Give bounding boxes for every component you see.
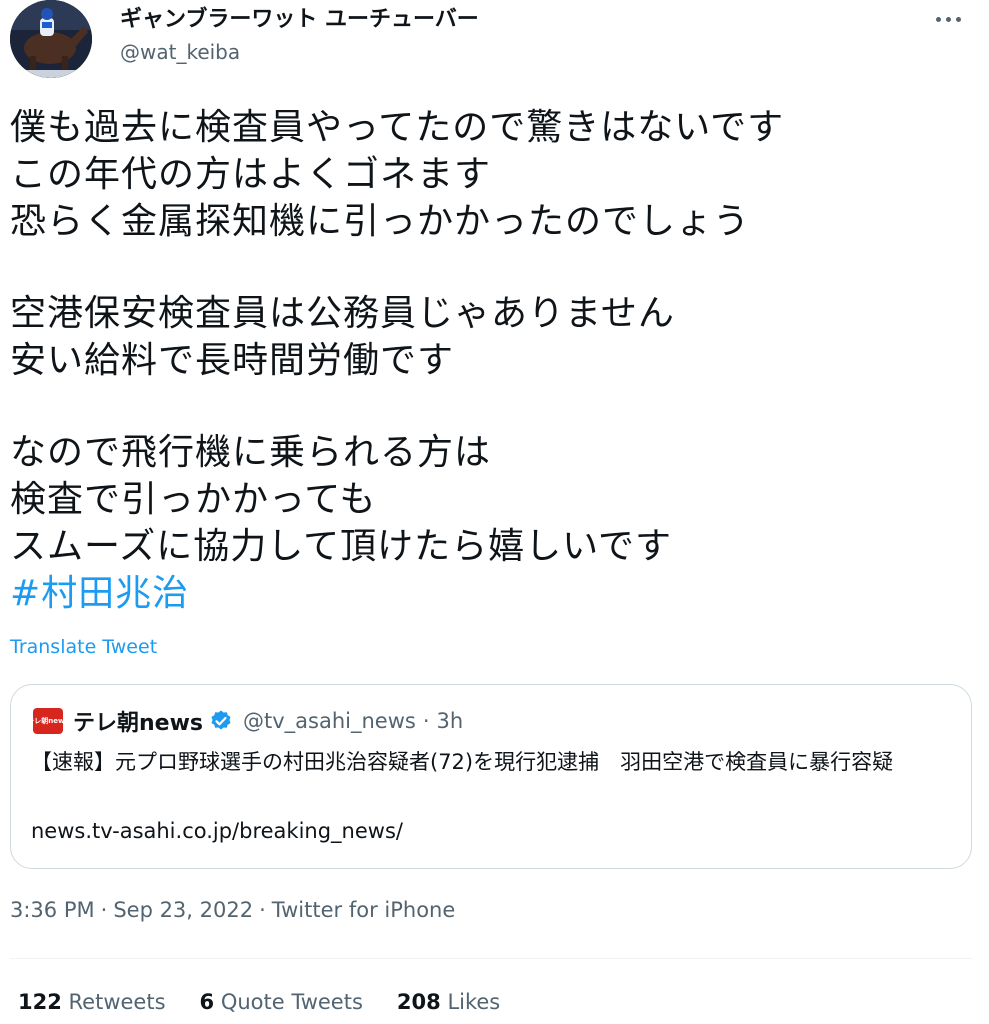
more-dot — [945, 16, 951, 22]
likes-count: 208 — [396, 990, 441, 1014]
quoted-tweet-text: 【速報】元プロ野球選手の村田兆治容疑者(72)を現行犯逮捕 羽田空港で検査員に暴… — [31, 750, 894, 774]
avatar[interactable] — [10, 0, 92, 78]
retweets-stat[interactable]: 122 Retweets — [18, 990, 166, 1014]
retweets-count: 122 — [18, 990, 62, 1014]
tweet-text-line: なので飛行機に乗られる方は — [10, 432, 492, 473]
divider — [10, 958, 972, 959]
tweet-metadata: 3:36 PM · Sep 23, 2022 · Twitter for iPhone — [10, 898, 455, 922]
quoted-tweet-header: テレ朝news テレ朝news @tv_asahi_news · 3h — [27, 705, 464, 737]
tweet-time[interactable]: 3:36 PM — [10, 898, 95, 922]
translate-tweet-link[interactable]: Translate Tweet — [10, 636, 157, 658]
likes-stat[interactable]: 208 Likes — [397, 990, 500, 1014]
tweet-text-line: この年代の方はよくゴネます — [10, 154, 492, 195]
tweet-text-line: スムーズに協力して頂けたら嬉しいです — [10, 526, 673, 567]
quote-tweets-label: Quote Tweets — [220, 990, 363, 1014]
tweet-source[interactable]: Twitter for iPhone — [272, 898, 456, 922]
quote-tweets-count: 6 — [199, 990, 215, 1014]
quoted-avatar-text: テレ朝news — [27, 717, 69, 725]
tweet-date[interactable]: Sep 23, 2022 — [113, 898, 253, 922]
tweet-text-line: 空港保安検査員は公務員じゃありません — [10, 293, 675, 334]
quoted-separator: · — [422, 709, 430, 733]
more-dot — [935, 16, 941, 22]
quoted-avatar[interactable]: テレ朝news — [27, 708, 69, 734]
quoted-handle[interactable]: @tv_asahi_news — [243, 709, 416, 733]
retweets-label: Retweets — [68, 990, 166, 1014]
engagement-stats: 122 Retweets 6 Quote Tweets 208 Likes — [18, 990, 500, 1014]
meta-separator: · — [100, 898, 108, 922]
more-dots-icon[interactable] — [926, 4, 970, 34]
tweet-text-line: 恐らく金属探知機に引っかかったのでしょう — [10, 201, 751, 242]
quoted-display-name[interactable]: テレ朝news — [73, 705, 203, 737]
avatar-photo — [10, 0, 92, 78]
verified-badge-icon — [211, 710, 231, 730]
more-dot — [955, 16, 961, 22]
quoted-tweet-link[interactable]: news.tv-asahi.co.jp/breaking_news/ — [31, 819, 403, 843]
tweet-text: 僕も過去に検査員やってたので驚きはないです この年代の方はよくゴネます 恐らく金… — [10, 104, 970, 617]
tweet: ギャンブラーワット ユーチューバー @wat_keiba 僕も過去に検査員やって… — [0, 0, 989, 1024]
tweet-text-line: 安い給料で長時間労働です — [10, 340, 455, 381]
user-handle[interactable]: @wat_keiba — [120, 38, 240, 66]
quoted-timestamp[interactable]: 3h — [437, 709, 464, 733]
hashtag-link[interactable]: #村田兆治 — [10, 570, 189, 617]
tweet-text-line: 検査で引っかかっても — [10, 479, 377, 520]
quoted-tweet-card[interactable]: テレ朝news テレ朝news @tv_asahi_news · 3h 【速報】… — [10, 684, 972, 869]
tweet-text-line: 僕も過去に検査員やってたので驚きはないです — [10, 107, 785, 148]
quote-tweets-stat[interactable]: 6 Quote Tweets — [200, 990, 363, 1014]
meta-separator: · — [259, 898, 266, 922]
display-name[interactable]: ギャンブラーワット ユーチューバー — [120, 6, 479, 34]
tweet-author: ギャンブラーワット ユーチューバー @wat_keiba — [10, 0, 970, 80]
likes-label: Likes — [447, 990, 501, 1014]
